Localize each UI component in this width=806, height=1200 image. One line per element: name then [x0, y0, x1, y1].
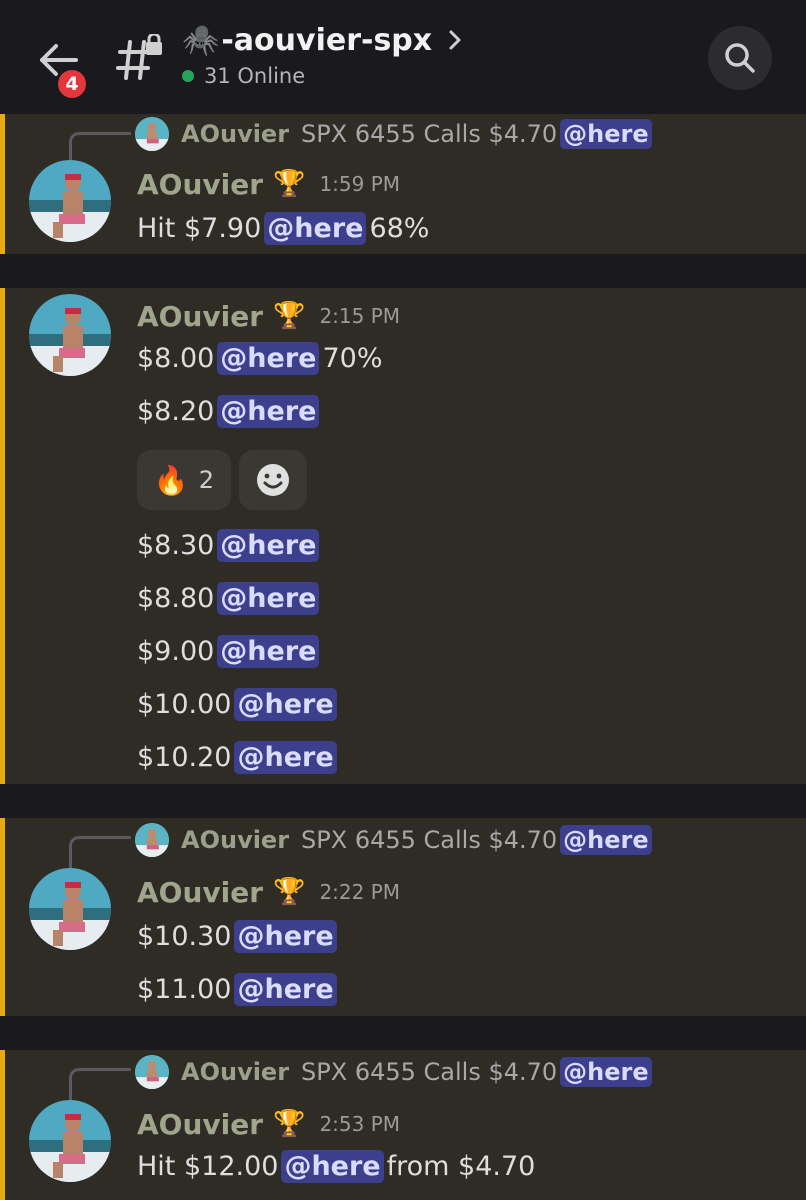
- message-text: $8.00: [137, 342, 215, 374]
- trophy-icon: 🏆: [273, 301, 306, 331]
- mention[interactable]: @here: [264, 211, 367, 245]
- online-dot-icon: [182, 70, 194, 82]
- message-line: Hit $7.90 @here 68%: [137, 208, 429, 248]
- reaction-count: 2: [198, 466, 215, 494]
- avatar[interactable]: [29, 868, 111, 950]
- message-header: AOuvier 🏆 2:53 PM: [137, 1106, 400, 1142]
- mention[interactable]: @here: [234, 972, 337, 1006]
- timestamp: 2:15 PM: [319, 304, 401, 328]
- message-group: AOuvier 🏆 2:15 PM $8.00 @here 70% $8.20 …: [0, 288, 806, 784]
- message-group: AOuvier SPX 6455 Calls $4.70 @here AOuvi…: [0, 1050, 806, 1200]
- message-line: $8.30 @here: [137, 525, 322, 565]
- mention[interactable]: @here: [560, 1057, 652, 1087]
- trophy-icon: 🏆: [273, 169, 306, 199]
- avatar: [135, 1055, 169, 1089]
- message-line: Hit $12.00 @here from $4.70: [137, 1146, 535, 1186]
- avatar: [135, 823, 169, 857]
- mention[interactable]: @here: [234, 919, 337, 953]
- mention[interactable]: @here: [217, 341, 320, 375]
- mention[interactable]: @here: [560, 825, 652, 855]
- reply-text: SPX 6455 Calls $4.70: [301, 826, 558, 854]
- timestamp: 2:53 PM: [319, 1112, 401, 1136]
- fire-icon: 🔥: [153, 463, 189, 497]
- mention[interactable]: @here: [234, 687, 337, 721]
- message-text: $8.30: [137, 529, 215, 561]
- message-header: AOuvier 🏆 2:15 PM: [137, 298, 400, 334]
- author-name[interactable]: AOuvier: [137, 876, 263, 909]
- trophy-icon: 🏆: [273, 877, 306, 907]
- message-line: $10.30 @here: [137, 916, 340, 956]
- timestamp: 2:22 PM: [319, 880, 401, 904]
- timestamp: 1:59 PM: [319, 172, 401, 196]
- message-text: Hit $7.90: [137, 212, 262, 244]
- message-line: $8.20 @here: [137, 391, 322, 431]
- message-line: $10.20 @here: [137, 737, 340, 777]
- message-group: AOuvier SPX 6455 Calls $4.70 @here AOuvi…: [0, 114, 806, 254]
- mention[interactable]: @here: [281, 1149, 384, 1183]
- author-name[interactable]: AOuvier: [137, 168, 263, 201]
- search-icon: [725, 43, 755, 73]
- reply-preview[interactable]: AOuvier SPX 6455 Calls $4.70 @here: [135, 116, 655, 152]
- author-name[interactable]: AOuvier: [137, 300, 263, 333]
- mention[interactable]: @here: [217, 394, 320, 428]
- author-name[interactable]: AOuvier: [137, 1108, 263, 1141]
- trophy-icon: 🏆: [273, 1109, 306, 1139]
- avatar: [135, 117, 169, 151]
- message-line: $8.00 @here 70%: [137, 338, 382, 378]
- reply-text: SPX 6455 Calls $4.70: [301, 1058, 558, 1086]
- search-button[interactable]: [708, 26, 772, 90]
- reply-text: SPX 6455 Calls $4.70: [301, 120, 558, 148]
- unread-badge: 4: [55, 67, 89, 101]
- spider-icon: 🕷️: [182, 22, 220, 58]
- mention[interactable]: @here: [217, 581, 320, 615]
- mention[interactable]: @here: [560, 119, 652, 149]
- reply-author: AOuvier: [181, 826, 290, 854]
- message-text: $11.00: [137, 973, 232, 1005]
- message-header: AOuvier 🏆 2:22 PM: [137, 874, 400, 910]
- message-line: $8.80 @here: [137, 578, 322, 618]
- message-text: 70%: [322, 342, 383, 374]
- message-line: $9.00 @here: [137, 631, 322, 671]
- add-reaction-icon: [257, 464, 289, 496]
- message-text: $8.80: [137, 582, 215, 614]
- avatar[interactable]: [29, 294, 111, 376]
- chevron-right-icon[interactable]: [444, 27, 466, 53]
- message-text: $10.30: [137, 920, 232, 952]
- message-text: $10.00: [137, 688, 232, 720]
- message-text: $9.00: [137, 635, 215, 667]
- mention[interactable]: @here: [234, 740, 337, 774]
- message-group: AOuvier SPX 6455 Calls $4.70 @here AOuvi…: [0, 818, 806, 1016]
- reply-preview[interactable]: AOuvier SPX 6455 Calls $4.70 @here: [135, 822, 655, 858]
- message-header: AOuvier 🏆 1:59 PM: [137, 166, 400, 202]
- locked-channel-icon: [116, 32, 166, 84]
- reply-preview[interactable]: AOuvier SPX 6455 Calls $4.70 @here: [135, 1054, 655, 1090]
- reaction-fire[interactable]: 🔥 2: [137, 450, 231, 510]
- online-status: 31 Online: [182, 64, 305, 88]
- reactions-bar: 🔥 2: [137, 450, 337, 510]
- online-count: 31 Online: [204, 64, 306, 88]
- channel-title[interactable]: 🕷️ -aouvier-spx: [182, 18, 432, 62]
- mention[interactable]: @here: [217, 528, 320, 562]
- message-text: 68%: [369, 212, 430, 244]
- avatar[interactable]: [29, 160, 111, 242]
- message-line: $11.00 @here: [137, 969, 340, 1009]
- reply-author: AOuvier: [181, 120, 290, 148]
- channel-name: -aouvier-spx: [221, 22, 433, 58]
- message-text: Hit $12.00: [137, 1150, 279, 1182]
- message-text: $10.20: [137, 741, 232, 773]
- avatar[interactable]: [29, 1100, 111, 1182]
- message-text: from $4.70: [386, 1150, 536, 1182]
- mention[interactable]: @here: [217, 634, 320, 668]
- reply-author: AOuvier: [181, 1058, 290, 1086]
- message-line: $10.00 @here: [137, 684, 340, 724]
- message-text: $8.20: [137, 395, 215, 427]
- add-reaction-button[interactable]: [239, 450, 307, 510]
- channel-header: 4 🕷️ -aouvier-spx 31 Online: [0, 0, 806, 112]
